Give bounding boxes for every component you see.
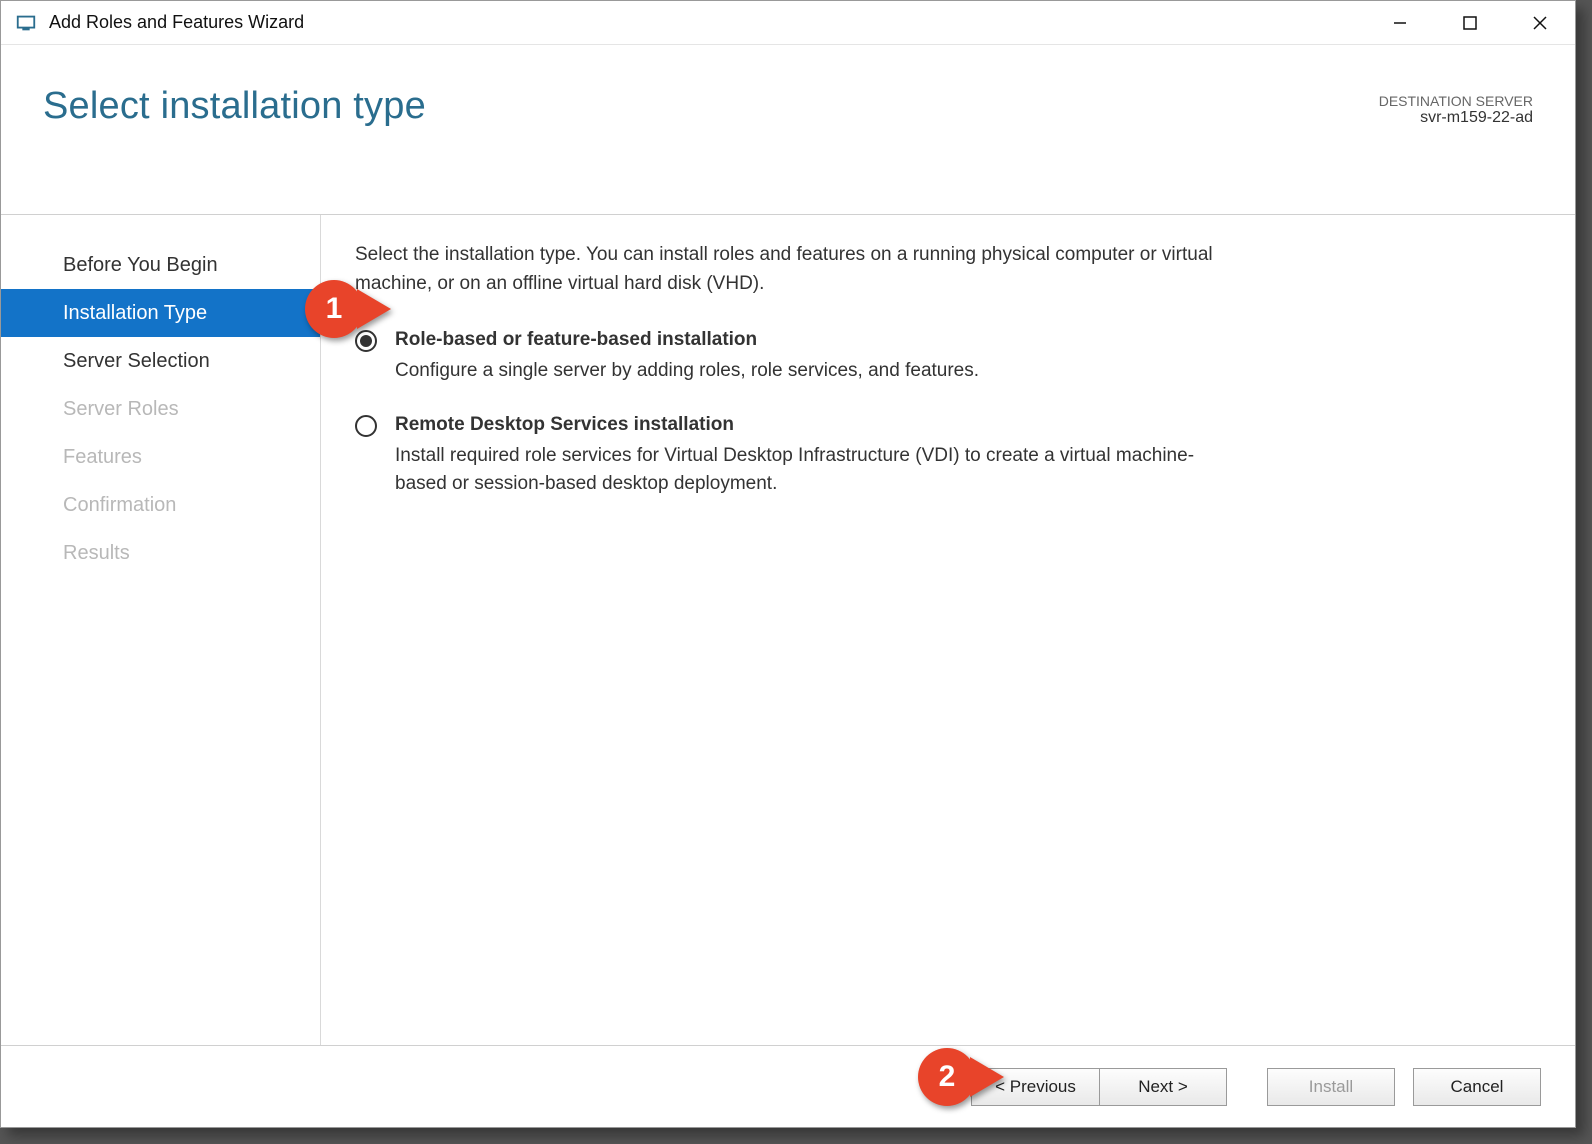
- body: Before You Begin Installation Type Serve…: [1, 215, 1575, 1045]
- titlebar: Add Roles and Features Wizard: [1, 1, 1575, 45]
- cancel-button[interactable]: Cancel: [1413, 1068, 1541, 1106]
- step-features: Features: [1, 433, 320, 481]
- header: Select installation type DESTINATION SER…: [1, 45, 1575, 215]
- destination-label: DESTINATION SERVER: [1379, 93, 1533, 109]
- destination-block: DESTINATION SERVER svr-m159-22-ad: [1379, 93, 1533, 127]
- option-title: Role-based or feature-based installation: [395, 326, 1235, 355]
- radio-role-based[interactable]: [355, 330, 377, 352]
- install-button: Install: [1267, 1068, 1395, 1106]
- window-title: Add Roles and Features Wizard: [49, 12, 304, 33]
- step-before-you-begin[interactable]: Before You Begin: [1, 241, 320, 289]
- step-installation-type[interactable]: Installation Type: [1, 289, 320, 337]
- step-server-roles: Server Roles: [1, 385, 320, 433]
- next-button[interactable]: Next >: [1099, 1068, 1227, 1106]
- wizard-window: Add Roles and Features Wizard Select ins…: [0, 0, 1576, 1128]
- radio-rds[interactable]: [355, 415, 377, 437]
- option-desc: Install required role services for Virtu…: [395, 442, 1235, 499]
- step-results: Results: [1, 529, 320, 577]
- option-desc: Configure a single server by adding role…: [395, 357, 1235, 386]
- step-server-selection[interactable]: Server Selection: [1, 337, 320, 385]
- app-icon: [15, 12, 37, 34]
- footer: < Previous Next > Install Cancel: [1, 1045, 1575, 1127]
- option-role-based[interactable]: Role-based or feature-based installation…: [355, 326, 1235, 385]
- destination-server: svr-m159-22-ad: [1379, 109, 1533, 127]
- previous-button[interactable]: < Previous: [971, 1068, 1099, 1106]
- option-title: Remote Desktop Services installation: [395, 411, 1235, 440]
- option-text: Remote Desktop Services installation Ins…: [395, 411, 1235, 499]
- nav-button-group: < Previous Next >: [971, 1068, 1227, 1106]
- maximize-button[interactable]: [1435, 1, 1505, 45]
- option-rds[interactable]: Remote Desktop Services installation Ins…: [355, 411, 1235, 499]
- close-button[interactable]: [1505, 1, 1575, 45]
- minimize-button[interactable]: [1365, 1, 1435, 45]
- main-panel: Select the installation type. You can in…: [321, 215, 1533, 1045]
- sidebar: Before You Begin Installation Type Serve…: [1, 215, 321, 1045]
- option-text: Role-based or feature-based installation…: [395, 326, 1235, 385]
- page-title: Select installation type: [43, 85, 1533, 128]
- step-confirmation: Confirmation: [1, 481, 320, 529]
- window-controls: [1365, 1, 1575, 45]
- instruction-text: Select the installation type. You can in…: [355, 241, 1235, 298]
